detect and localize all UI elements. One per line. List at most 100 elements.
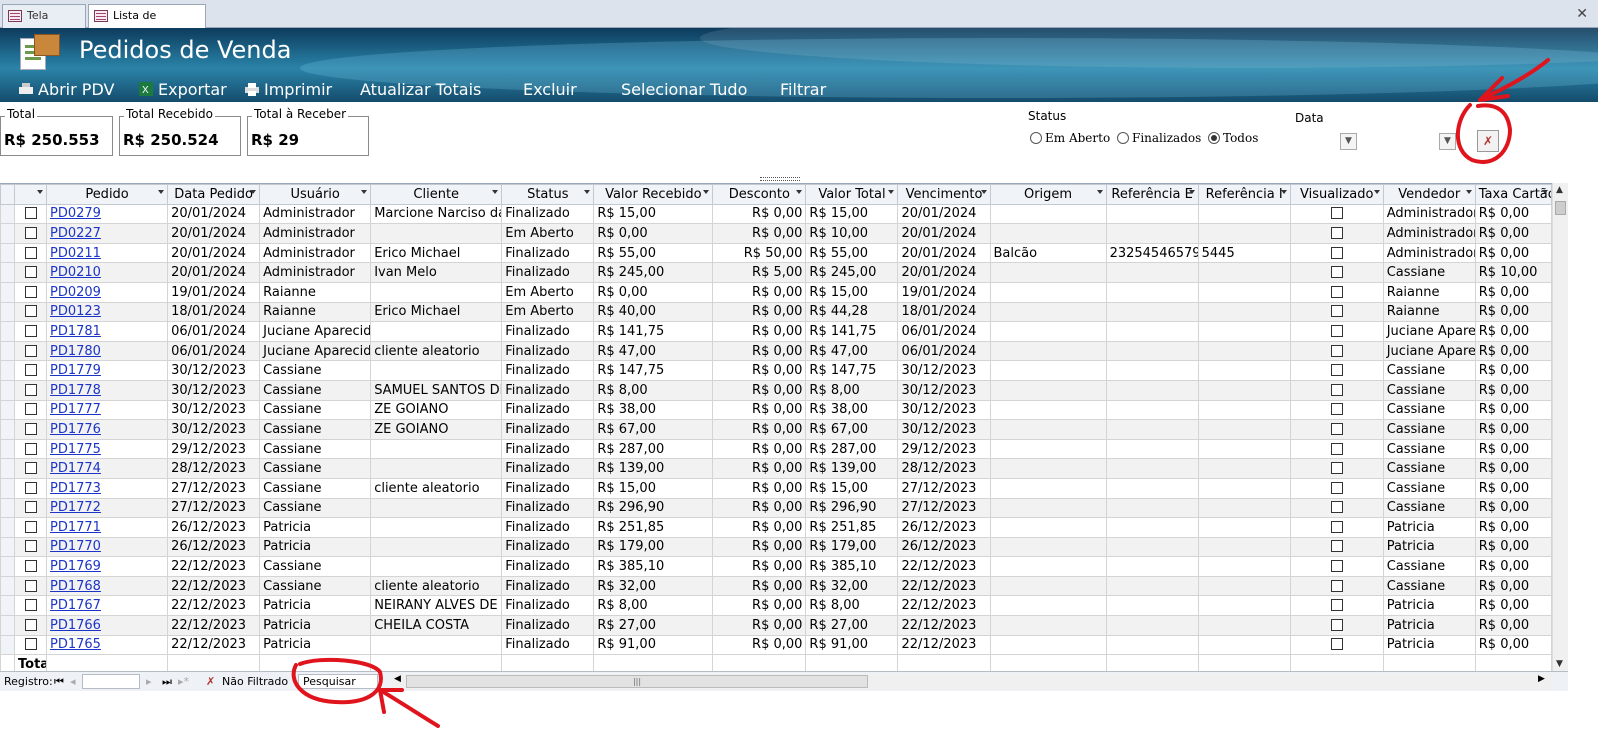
table-cell[interactable] <box>1197 360 1291 381</box>
table-cell[interactable] <box>370 497 503 519</box>
table-cell[interactable]: Finalizado <box>501 438 595 460</box>
scroll-left-icon[interactable]: ◀ <box>394 674 401 684</box>
table-cell[interactable] <box>989 536 1107 558</box>
table-cell[interactable]: 22/12/2023 <box>897 634 991 656</box>
table-cell[interactable] <box>989 301 1107 323</box>
table-cell[interactable]: R$ 0,00 <box>712 458 807 479</box>
table-cell[interactable]: R$ 287,00 <box>593 438 714 460</box>
table-cell[interactable] <box>1289 595 1384 617</box>
table-cell[interactable]: R$ 8,00 <box>593 379 714 401</box>
table-cell[interactable] <box>1197 262 1291 283</box>
table-cell[interactable]: R$ 91,00 <box>593 634 714 656</box>
table-cell[interactable]: R$ 55,00 <box>593 242 714 264</box>
row-select-cell[interactable] <box>13 301 48 323</box>
table-cell[interactable]: Cassiane <box>259 497 372 519</box>
table-cell[interactable] <box>989 595 1107 617</box>
table-cell[interactable] <box>1105 634 1199 656</box>
table-cell[interactable]: R$ 8,00 <box>805 379 899 401</box>
table-cell[interactable]: Patricia <box>259 595 372 617</box>
table-cell[interactable]: Cassiane <box>259 575 372 597</box>
table-row[interactable]: PD1775 29/12/2023 Cassiane Finalizado R$ 287… <box>0 438 1553 460</box>
visualizado-checkbox[interactable] <box>1330 540 1343 553</box>
table-cell[interactable]: R$ 91,00 <box>805 634 899 656</box>
visualizado-checkbox[interactable] <box>1330 422 1343 435</box>
table-cell[interactable] <box>1289 615 1384 636</box>
table-cell[interactable]: ZE GOIANO <box>370 399 503 421</box>
pedido-link[interactable]: PD0123 <box>46 301 169 323</box>
row-checkbox[interactable] <box>24 266 37 279</box>
table-row[interactable]: PD1779 30/12/2023 Cassiane Finalizado R$ 147… <box>0 360 1553 381</box>
table-cell[interactable] <box>370 536 503 558</box>
row-selector[interactable] <box>0 262 15 283</box>
table-cell[interactable]: Finalizado <box>501 615 595 636</box>
table-cell[interactable] <box>1197 223 1291 244</box>
splitter-grip[interactable] <box>760 177 800 181</box>
table-cell[interactable] <box>370 556 503 577</box>
table-cell[interactable]: Cassiane <box>1382 458 1476 479</box>
table-cell[interactable]: Cassiane <box>1382 262 1476 283</box>
table-cell[interactable]: Raianne <box>1382 281 1476 303</box>
row-selector[interactable] <box>0 281 15 303</box>
table-cell[interactable]: R$ 0,00 <box>712 379 807 401</box>
table-cell[interactable] <box>1197 595 1291 617</box>
chevron-down-icon[interactable] <box>1542 190 1548 194</box>
column-header[interactable]: Data Pedido <box>167 184 261 205</box>
radio-finalizados[interactable]: Finalizados <box>1117 131 1201 145</box>
table-cell[interactable] <box>1105 536 1199 558</box>
table-cell[interactable]: R$ 67,00 <box>593 419 714 440</box>
row-select-cell[interactable] <box>13 438 48 460</box>
table-cell[interactable]: Finalizado <box>501 399 595 421</box>
table-cell[interactable]: R$ 0,00 <box>712 399 807 421</box>
visualizado-checkbox[interactable] <box>1330 442 1343 455</box>
table-cell[interactable]: Em Aberto <box>501 281 595 303</box>
visualizado-checkbox[interactable] <box>1330 560 1343 573</box>
table-cell[interactable] <box>1289 360 1384 381</box>
table-cell[interactable]: 20/01/2024 <box>897 223 991 244</box>
visualizado-checkbox[interactable] <box>1330 324 1343 337</box>
table-cell[interactable]: R$ 32,00 <box>805 575 899 597</box>
chevron-down-icon[interactable] <box>361 190 368 194</box>
table-cell[interactable]: Cassiane <box>259 379 372 401</box>
table-cell[interactable] <box>989 262 1107 283</box>
row-checkbox[interactable] <box>24 403 37 416</box>
table-cell[interactable] <box>1289 242 1384 264</box>
row-checkbox[interactable] <box>24 246 37 259</box>
column-header[interactable]: Usuário <box>259 184 372 205</box>
pedido-link[interactable]: PD0210 <box>46 262 169 283</box>
radio-circle[interactable] <box>1117 132 1129 144</box>
table-cell[interactable]: R$ 15,00 <box>805 477 899 499</box>
table-row[interactable]: PD1765 22/12/2023 Patricia Finalizado R$ 91,… <box>0 634 1553 656</box>
row-checkbox[interactable] <box>24 344 37 357</box>
scroll-down-icon[interactable]: ▼ <box>1556 659 1563 669</box>
row-select-cell[interactable] <box>13 399 48 421</box>
table-cell[interactable] <box>989 223 1107 244</box>
table-cell[interactable] <box>989 360 1107 381</box>
table-cell[interactable]: 20/01/2024 <box>897 262 991 283</box>
table-cell[interactable]: Finalizado <box>501 379 595 401</box>
table-cell[interactable] <box>1289 399 1384 421</box>
table-cell[interactable]: Raianne <box>259 281 372 303</box>
table-cell[interactable]: 27/12/2023 <box>167 497 261 519</box>
table-row[interactable]: PD1768 22/12/2023 Cassiane cliente aleatori… <box>0 575 1553 597</box>
pedido-link[interactable]: PD0211 <box>46 242 169 264</box>
chevron-down-icon[interactable] <box>888 190 895 194</box>
table-cell[interactable] <box>1197 340 1291 362</box>
table-cell[interactable] <box>1105 419 1199 440</box>
row-selector[interactable] <box>0 321 15 342</box>
table-cell[interactable]: R$ 44,28 <box>805 301 899 323</box>
table-cell[interactable] <box>1105 517 1199 538</box>
pedido-link[interactable]: PD1771 <box>46 517 169 538</box>
table-cell[interactable] <box>1105 340 1199 362</box>
row-checkbox[interactable] <box>24 579 37 592</box>
table-cell[interactable] <box>1197 438 1291 460</box>
table-cell[interactable]: Raianne <box>259 301 372 323</box>
table-cell[interactable] <box>1105 458 1199 479</box>
chevron-down-icon[interactable] <box>158 190 165 194</box>
table-cell[interactable] <box>1105 360 1199 381</box>
pedido-link[interactable]: PD1780 <box>46 340 169 362</box>
row-selector[interactable] <box>0 438 15 460</box>
table-cell[interactable]: R$ 0,00 <box>712 419 807 440</box>
table-cell[interactable]: R$ 0,00 <box>1474 595 1553 617</box>
row-checkbox[interactable] <box>24 383 37 396</box>
table-cell[interactable] <box>1105 477 1199 499</box>
